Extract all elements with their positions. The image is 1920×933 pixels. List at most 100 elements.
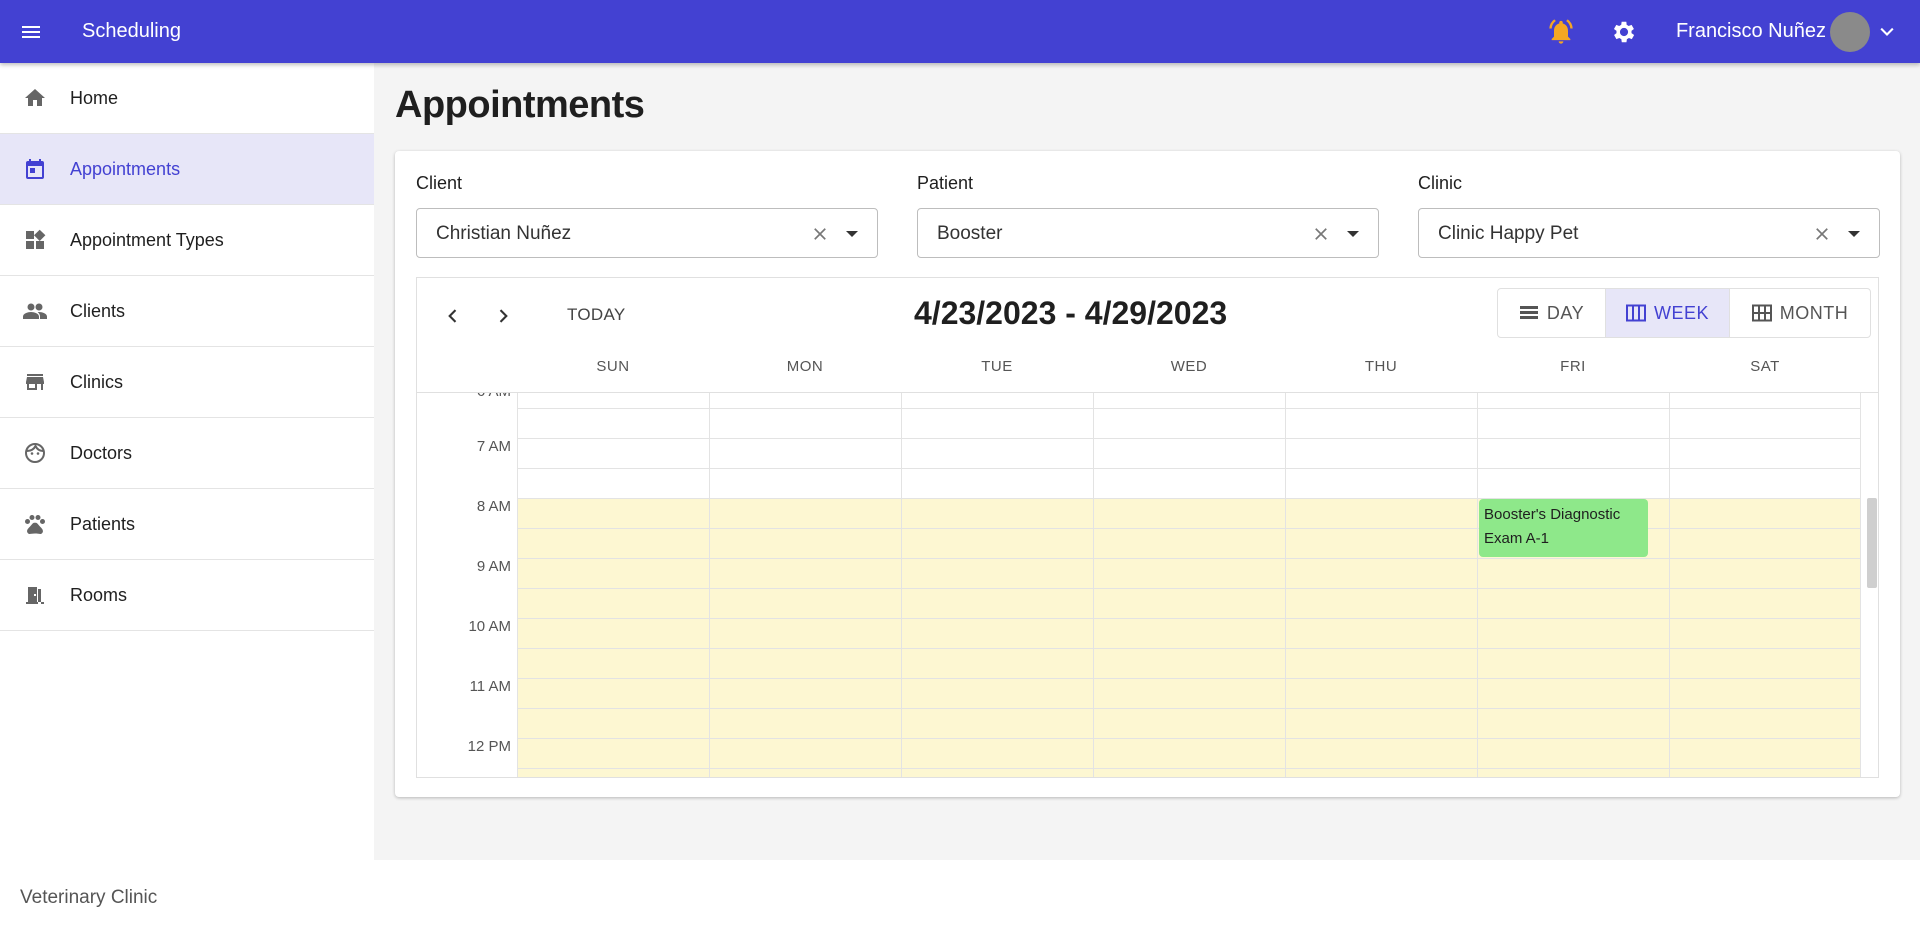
grid-line (517, 648, 1860, 649)
time-label: 6 AM (417, 393, 511, 400)
sidebar-item-clients[interactable]: Clients (0, 276, 374, 347)
sidebar-item-label: Appointments (70, 158, 181, 179)
grid-line (517, 618, 1860, 619)
day-header-mon: MON (786, 358, 824, 375)
day-header-fri: FRI (1560, 358, 1586, 375)
month-view-label: MONTH (1779, 302, 1849, 323)
sidebar-item-home[interactable]: Home (0, 63, 374, 134)
client-value: Christian Nuñez (436, 223, 572, 244)
sidebar-item-doctors[interactable]: Doctors (0, 418, 374, 489)
month-view-button[interactable]: MONTH (1730, 289, 1870, 337)
day-view-label: DAY (1546, 302, 1585, 323)
dropdown-arrow-icon[interactable] (1340, 221, 1366, 247)
time-label: 10 AM (468, 618, 511, 635)
sidebar-item-clinics[interactable]: Clinics (0, 347, 374, 418)
day-header-wed: WED (1170, 358, 1208, 375)
chevron-down-icon[interactable] (1874, 19, 1900, 45)
dropdown-arrow-icon[interactable] (1841, 221, 1867, 247)
patient-select[interactable]: Booster (917, 208, 1379, 258)
day-header-sun: SUN (596, 358, 630, 375)
door-icon (22, 582, 48, 608)
page-title: Appointments (395, 84, 645, 126)
sidebar-item-label: Home (70, 87, 119, 108)
grid-line (517, 408, 1860, 409)
sidebar-footer: Veterinary Clinic (20, 887, 158, 908)
sidebar-item-label: Appointment Types (70, 229, 224, 250)
sidebar-item-appointment-types[interactable]: Appointment Types (0, 205, 374, 276)
time-label: 7 AM (476, 438, 511, 455)
clinic-label: Clinic (1418, 173, 1463, 193)
grid-line (517, 393, 518, 777)
scrollbar[interactable] (1867, 498, 1877, 588)
day-header-thu: THU (1364, 358, 1398, 375)
main-content: Appointments Client Christian Nuñez Pati… (374, 63, 1920, 860)
time-grid[interactable]: 6 AM 7 AM 8 AM 9 AM 10 AM 11 AM 12 PM Bo… (417, 392, 1878, 777)
clinic-value: Clinic Happy Pet (1438, 223, 1579, 244)
clear-icon[interactable] (1308, 221, 1334, 247)
footer-area (374, 860, 1920, 933)
grid-line (517, 498, 1860, 499)
sidebar-item-rooms[interactable]: Rooms (0, 560, 374, 631)
grid-line (517, 528, 1860, 529)
patient-label: Patient (917, 173, 974, 193)
date-range: 4/23/2023 - 4/29/2023 (914, 295, 1228, 331)
appointment-event[interactable]: Booster's Diagnostic Exam A-1 (1479, 499, 1648, 557)
client-label: Client (416, 173, 463, 193)
grid-line (517, 768, 1860, 769)
grid-line (1860, 393, 1861, 777)
clinic-select[interactable]: Clinic Happy Pet (1418, 208, 1880, 258)
menu-icon[interactable] (16, 17, 46, 47)
client-select[interactable]: Christian Nuñez (416, 208, 878, 258)
grid-line (517, 678, 1860, 679)
grid-line (517, 738, 1860, 739)
sidebar-item-label: Rooms (70, 584, 128, 605)
user-name[interactable]: Francisco Nuñez (1676, 20, 1826, 43)
sidebar-item-label: Patients (70, 513, 136, 534)
today-button[interactable]: TODAY (567, 305, 626, 325)
widgets-icon (22, 227, 48, 253)
day-view-button[interactable]: DAY (1498, 289, 1606, 337)
dropdown-arrow-icon[interactable] (839, 221, 865, 247)
appointments-card: Client Christian Nuñez Patient Booster C… (395, 151, 1900, 797)
avatar[interactable] (1830, 11, 1870, 52)
clear-icon[interactable] (807, 221, 833, 247)
grid-line (1093, 393, 1094, 777)
store-icon (22, 369, 48, 395)
week-view-icon (1625, 304, 1646, 322)
grid-line (1669, 393, 1670, 777)
sidebar: Home Appointments Appointment Types Clie… (0, 63, 374, 933)
face-icon (22, 440, 48, 466)
sidebar-item-label: Clinics (70, 371, 124, 392)
notification-bell-icon[interactable] (1546, 17, 1576, 47)
month-view-icon (1751, 304, 1772, 322)
settings-gear-icon[interactable] (1608, 16, 1640, 48)
app-bar: Scheduling Francisco Nuñez (0, 0, 1920, 63)
sidebar-item-appointments[interactable]: Appointments (0, 134, 374, 205)
grid-line (901, 393, 902, 777)
clear-icon[interactable] (1809, 221, 1835, 247)
day-header-tue: TUE (981, 358, 1013, 375)
week-view-button[interactable]: WEEK (1606, 289, 1730, 337)
sidebar-item-patients[interactable]: Patients (0, 489, 374, 560)
grid-line (517, 438, 1860, 439)
chevron-left-icon[interactable] (439, 302, 467, 330)
calendar-icon (22, 156, 48, 182)
grid-line (1285, 393, 1286, 777)
grid-line (517, 708, 1860, 709)
work-hours-region (517, 498, 1860, 777)
time-label: 8 AM (476, 498, 511, 515)
time-label: 12 PM (467, 738, 511, 755)
chevron-right-icon[interactable] (489, 302, 517, 330)
time-label: 9 AM (476, 558, 511, 575)
sidebar-item-label: Doctors (70, 442, 133, 463)
home-icon (22, 85, 48, 111)
grid-line (709, 393, 710, 777)
day-header-sat: SAT (1750, 358, 1780, 375)
app-title: Scheduling (82, 20, 181, 42)
patient-value: Booster (937, 223, 1003, 244)
day-view-icon (1519, 306, 1538, 319)
week-scheduler: TODAY 4/23/2023 - 4/29/2023 DAY WEEK MON… (416, 277, 1879, 778)
week-view-label: WEEK (1653, 302, 1709, 323)
sidebar-item-label: Clients (70, 300, 126, 321)
paw-icon (22, 511, 48, 537)
